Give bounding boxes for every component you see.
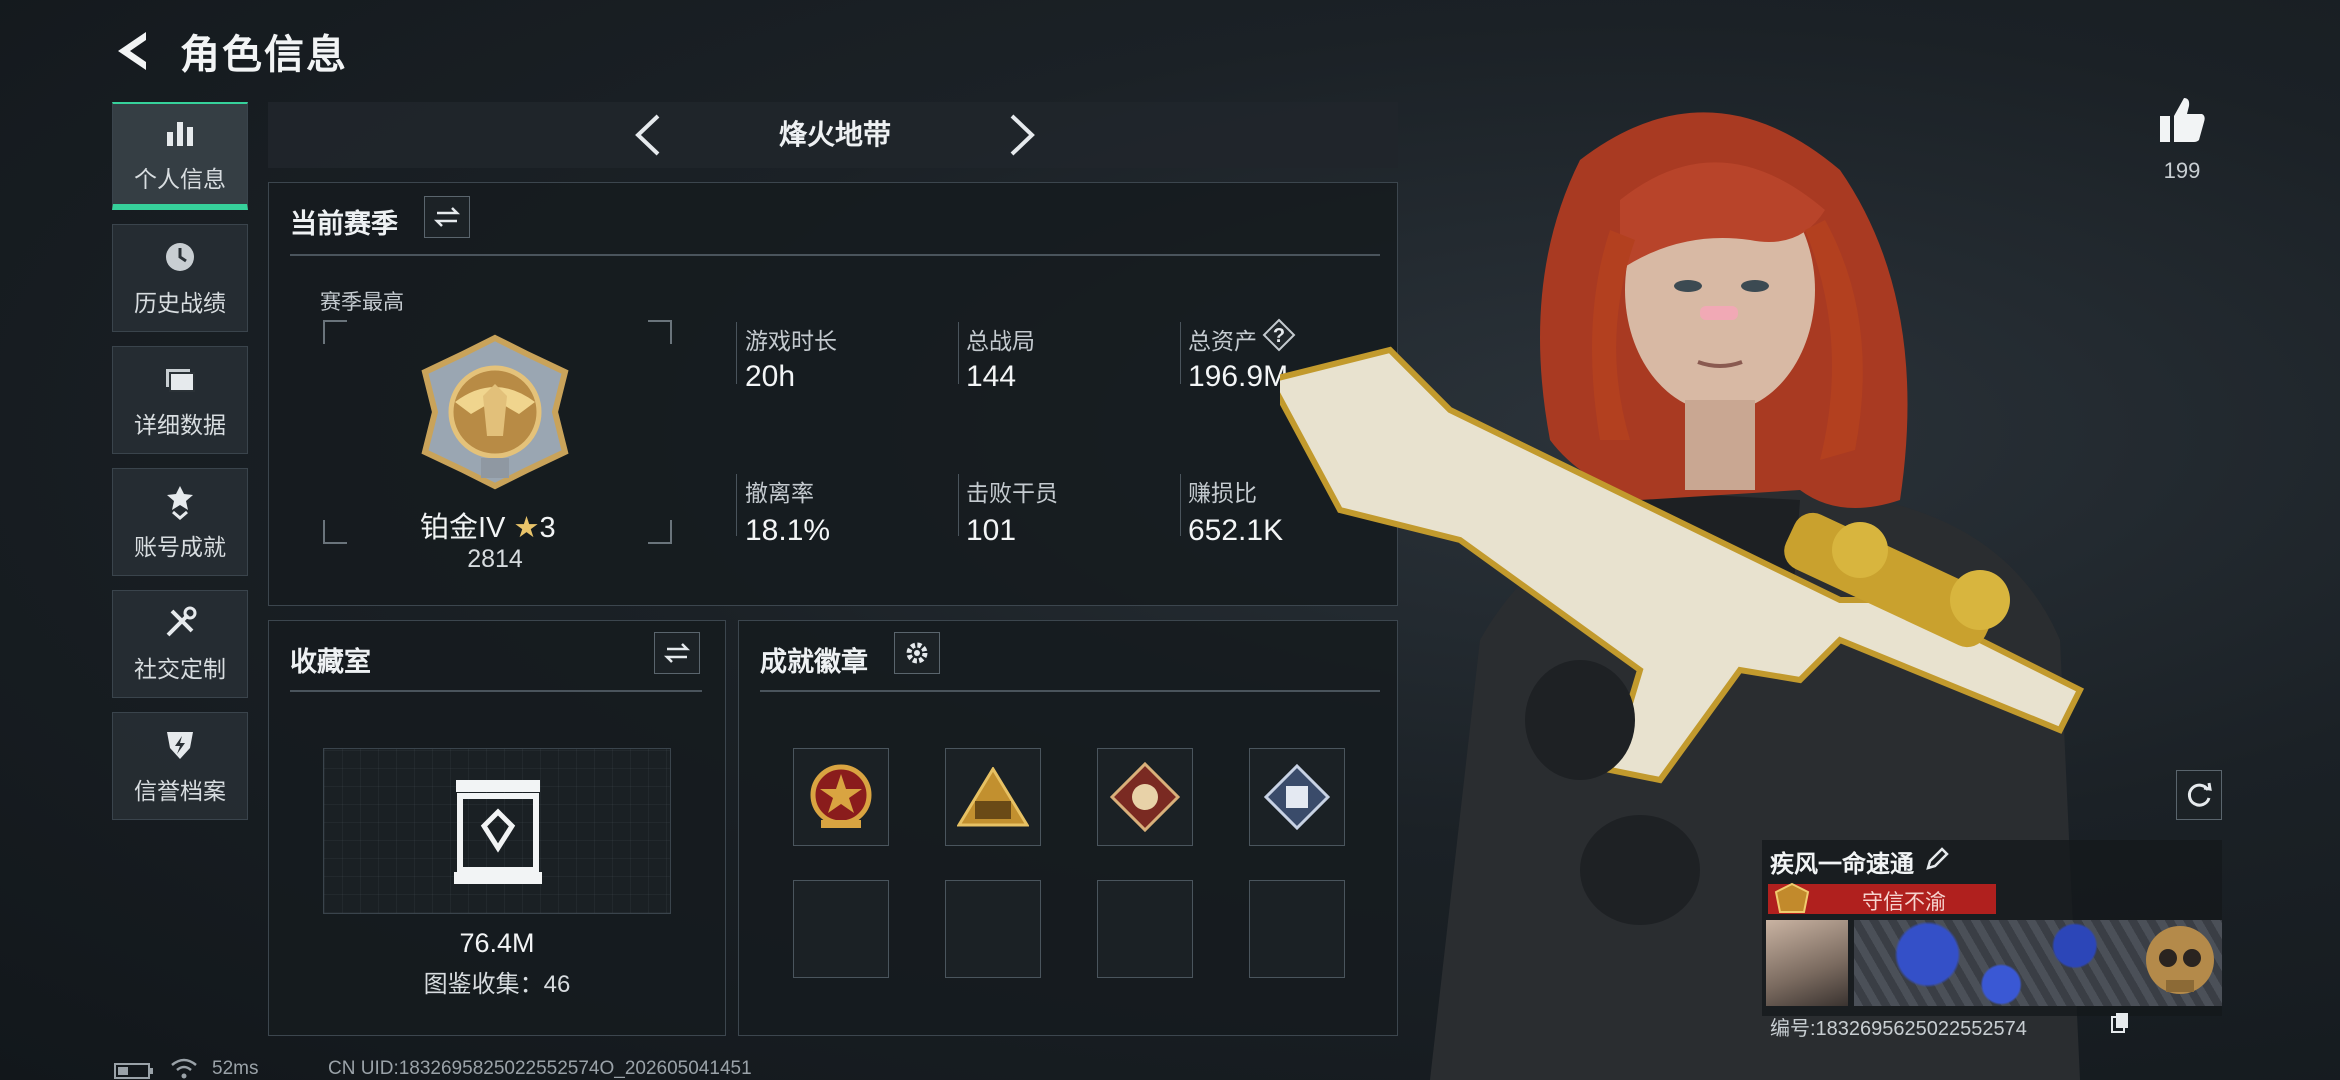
stat-separator [1180, 474, 1181, 536]
triangle-squad-icon [957, 767, 1029, 827]
stat-value-extraction-rate: 18.1% [745, 514, 831, 547]
stat-label-assets: 总资产 [1188, 328, 1257, 354]
frame-corner [648, 320, 672, 344]
ping-value: 52ms [212, 1058, 259, 1079]
stat-label-kills: 击败干员 [966, 480, 1058, 506]
stat-value-kills: 101 [966, 514, 1017, 547]
collection-value: 76.4M [459, 928, 535, 958]
diamond-beast-icon [1110, 762, 1180, 832]
clock-icon [166, 243, 194, 271]
sidebar-item-label: 账号成就 [134, 534, 226, 560]
sidebar-item-label: 个人信息 [134, 166, 226, 192]
sidebar-item-achievements[interactable]: 账号成就 [112, 468, 248, 576]
frame-corner [323, 320, 347, 344]
star-icon: ★ [513, 512, 540, 544]
edit-pencil-icon[interactable] [1924, 846, 1950, 872]
badge-slot[interactable] [793, 748, 889, 846]
rank-stars: 3 [539, 512, 556, 544]
chevron-left-icon[interactable] [630, 112, 666, 158]
player-title-text: 守信不渝 [1862, 891, 1946, 914]
achievements-title: 成就徽章 [760, 647, 868, 677]
frame-corner [323, 520, 347, 544]
badge-slot-empty[interactable] [945, 880, 1041, 978]
copy-icon[interactable] [2110, 1012, 2130, 1034]
stat-value-assets: 196.9M [1188, 360, 1289, 393]
like-count: 199 [2163, 158, 2201, 183]
frame-corner [648, 520, 672, 544]
season-best-label: 赛季最高 [320, 291, 404, 314]
stat-value-matches: 144 [966, 360, 1017, 393]
swap-icon [663, 643, 691, 663]
folder-icon [166, 369, 195, 392]
sidebar-item-history[interactable]: 历史战绩 [112, 224, 248, 332]
skull-icon [2146, 926, 2214, 994]
badge-slot-empty[interactable] [1097, 880, 1193, 978]
achievement-icon [167, 486, 193, 520]
medal-star-icon [810, 764, 872, 828]
sidebar-item-label: 历史战绩 [134, 290, 226, 316]
badge-slot-empty[interactable] [793, 880, 889, 978]
sidebar-item-personal-info[interactable]: 个人信息 [112, 102, 248, 210]
achievements-settings-button[interactable] [894, 632, 940, 674]
stat-separator [1180, 322, 1181, 384]
stat-separator [958, 322, 959, 384]
refresh-icon [2187, 782, 2212, 807]
title-emblem-icon [1774, 882, 1810, 913]
sidebar-item-label: 信誉档案 [134, 778, 226, 804]
mode-title: 烽火地带 [778, 119, 891, 150]
player-id: 编号:1832695625022552574 [1770, 1018, 2027, 1040]
catalog-count: 图鉴收集：46 [423, 971, 571, 998]
display-case-icon [454, 780, 542, 884]
divider [290, 690, 702, 692]
back-arrow-icon[interactable] [110, 26, 160, 76]
uid-line: CN UID:1832695825022552574O_202605041451 [328, 1058, 752, 1079]
tools-icon [166, 606, 197, 637]
season-title: 当前赛季 [290, 209, 398, 239]
stat-label-extraction-rate: 撤离率 [745, 480, 814, 506]
page-title: 角色信息 [180, 33, 348, 77]
rank-score: 2814 [467, 545, 523, 573]
swap-icon [433, 207, 461, 227]
player-name: 疾风一命速通 [1770, 851, 1914, 878]
stat-value-playtime: 20h [745, 360, 796, 393]
stat-separator [736, 474, 737, 536]
badge-slot[interactable] [1097, 748, 1193, 846]
collection-title: 收藏室 [290, 647, 371, 677]
sidebar-item-detail-data[interactable]: 详细数据 [112, 346, 248, 454]
stat-value-profit-ratio: 652.1K [1188, 514, 1284, 547]
rank-name-text: 铂金IV [420, 512, 506, 544]
sidebar-item-label: 社交定制 [134, 656, 226, 682]
stat-separator [736, 322, 737, 384]
stat-separator [958, 474, 959, 536]
sidebar-item-social[interactable]: 社交定制 [112, 590, 248, 698]
thumbs-up-icon[interactable] [2156, 94, 2208, 146]
battery-icon [114, 1063, 153, 1079]
wifi-icon [171, 1058, 197, 1079]
rank-platinum-emblem-icon [421, 334, 569, 490]
divider [290, 254, 1380, 256]
rotate-model-button[interactable] [2176, 770, 2222, 820]
badge-slot[interactable] [945, 748, 1041, 846]
collection-switch-button[interactable] [654, 632, 700, 674]
stat-label-profit-ratio: 赚损比 [1188, 480, 1257, 506]
player-avatar [1766, 920, 1848, 1006]
chevron-right-icon[interactable] [1004, 112, 1040, 158]
bar-chart-icon [167, 122, 193, 146]
rank-name: 铂金IV ★3 [420, 504, 556, 546]
gear-icon [906, 642, 928, 664]
season-switch-button[interactable] [424, 196, 470, 238]
sidebar-item-reputation[interactable]: 信誉档案 [112, 712, 248, 820]
sidebar-item-label: 详细数据 [134, 412, 226, 438]
shield-bolt-icon [167, 732, 193, 759]
stat-label-playtime: 游戏时长 [745, 328, 837, 354]
stat-label-matches: 总战局 [966, 328, 1035, 354]
